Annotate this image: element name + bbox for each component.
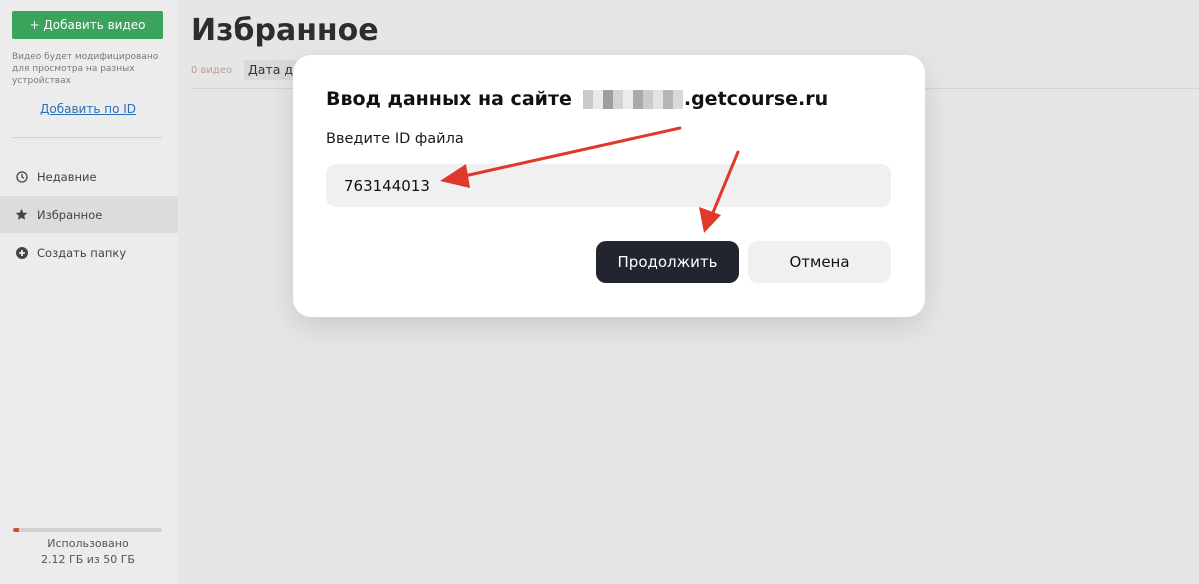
- redacted-subdomain: [572, 89, 683, 109]
- clock-icon: [15, 170, 28, 183]
- sidebar-item-recent[interactable]: Недавние: [0, 158, 178, 195]
- storage-label: Использовано: [47, 537, 129, 550]
- continue-button[interactable]: Продолжить: [596, 241, 739, 283]
- page-title: Избранное: [191, 13, 379, 48]
- dialog-title-prefix: Ввод данных на сайте: [326, 88, 572, 110]
- sidebar: + Добавить видео Видео будет модифициров…: [0, 0, 178, 584]
- sort-dropdown[interactable]: Дата до: [244, 60, 296, 80]
- id-input-dialog: Ввод данных на сайте .getcourse.ru Введи…: [293, 55, 925, 317]
- sidebar-item-label: Избранное: [37, 207, 103, 222]
- sidebar-divider: [12, 137, 162, 138]
- video-count: 0 видео: [191, 65, 233, 76]
- sidebar-item-label: Создать папку: [37, 245, 127, 260]
- plus-circle-icon: [15, 246, 28, 259]
- star-icon: [15, 208, 28, 221]
- storage-value: 2.12 ГБ из 50 ГБ: [41, 553, 135, 566]
- upload-note: Видео будет модифицировано для просмотра…: [12, 52, 159, 87]
- add-by-id-link[interactable]: Добавить по ID: [0, 102, 176, 116]
- sidebar-item-favorites[interactable]: Избранное: [0, 196, 178, 233]
- add-video-button[interactable]: + Добавить видео: [12, 11, 163, 39]
- dialog-title-suffix: .getcourse.ru: [683, 88, 829, 110]
- cancel-button[interactable]: Отмена: [748, 241, 891, 283]
- storage-progress-bar: [13, 528, 162, 532]
- storage-progress-fill: [13, 528, 20, 532]
- sidebar-item-create-folder[interactable]: Создать папку: [0, 234, 178, 271]
- field-label: Введите ID файла: [326, 131, 464, 147]
- dialog-title: Ввод данных на сайте .getcourse.ru: [326, 88, 828, 110]
- file-id-input[interactable]: [326, 164, 891, 207]
- sidebar-item-label: Недавние: [37, 169, 97, 184]
